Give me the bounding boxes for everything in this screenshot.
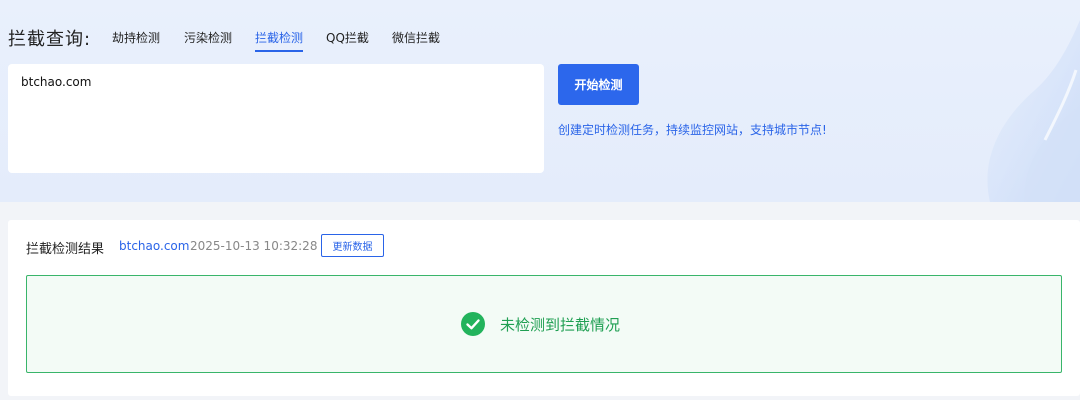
tab-qq-block[interactable]: QQ拦截 — [326, 29, 369, 50]
page-title: 拦截查询: — [8, 29, 92, 50]
result-timestamp: 2025-10-13 10:32:28 — [190, 239, 318, 253]
tab-pollution-detection[interactable]: 污染检测 — [184, 29, 232, 50]
result-card: 拦截检测结果 btchao.com 2025-10-13 10:32:28 更新… — [8, 220, 1080, 396]
tab-block-detection[interactable]: 拦截检测 — [255, 29, 304, 52]
decorative-glass-shape — [987, 20, 1080, 202]
scheduled-task-link[interactable]: 创建定时检测任务，持续监控网站，支持城市节点! — [558, 121, 827, 138]
tab-wechat-block[interactable]: 微信拦截 — [392, 29, 440, 50]
check-circle-icon — [461, 312, 485, 336]
domain-input[interactable]: btchao.com — [8, 64, 544, 173]
status-panel: 未检测到拦截情况 — [26, 275, 1062, 373]
search-hero: 拦截查询: 劫持检测 污染检测 拦截检测 QQ拦截 微信拦截 btchao.co… — [0, 0, 1080, 202]
status-text: 未检测到拦截情况 — [500, 316, 621, 334]
refresh-data-button[interactable]: 更新数据 — [321, 234, 384, 257]
result-title: 拦截检测结果 — [26, 242, 105, 257]
start-detection-button[interactable]: 开始检测 — [558, 64, 639, 105]
result-domain-link[interactable]: btchao.com — [119, 239, 189, 253]
tab-hijack-detection[interactable]: 劫持检测 — [112, 29, 160, 50]
